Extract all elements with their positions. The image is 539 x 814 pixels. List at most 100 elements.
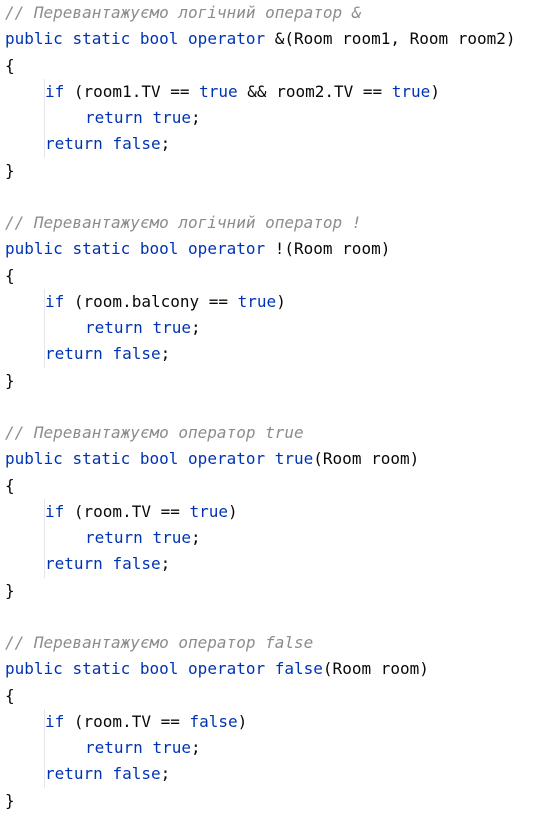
code-text: ) [228, 501, 238, 521]
code-comment: // Перевантажуємо логічний оператор ! [5, 213, 362, 232]
keyword: false [112, 764, 161, 784]
keyword: operator [188, 659, 266, 679]
keyword: if [45, 291, 65, 311]
keyword: return [85, 528, 143, 547]
open-brace: { [5, 55, 15, 75]
keyword: false [112, 554, 161, 574]
code-text: (room.TV == [64, 711, 190, 731]
indent-guide [44, 708, 45, 735]
keyword: if [45, 81, 65, 101]
keyword: true [199, 81, 238, 101]
keyword: false [189, 711, 238, 731]
return-statement: return true; [0, 315, 539, 342]
indent-guide [44, 341, 45, 368]
keyword: return [45, 344, 103, 364]
code-text: ) [276, 291, 286, 311]
return-statement: return false; [0, 131, 539, 158]
code-comment: // Перевантажуємо оператор true [5, 423, 304, 442]
keyword: public [5, 659, 63, 679]
signature-params: &(Room room1, Room room2) [265, 29, 516, 49]
indent-guide [44, 131, 45, 158]
close-brace: } [5, 790, 15, 810]
code-editor[interactable]: // Перевантажуємо логічний оператор & pu… [0, 0, 539, 810]
keyword: operator [188, 449, 266, 469]
close-brace: } [5, 370, 15, 390]
code-text: (room1.TV == [64, 81, 200, 101]
keyword: bool [139, 449, 179, 469]
keyword: static [72, 449, 131, 469]
return-statement: return true; [0, 105, 539, 132]
open-brace: { [5, 475, 15, 495]
keyword: true [274, 449, 314, 469]
code-comment: // Перевантажуємо логічний оператор & [5, 3, 362, 22]
keyword: true [391, 81, 431, 101]
keyword: true [152, 318, 191, 337]
keyword: operator [188, 29, 266, 49]
keyword: true [152, 108, 191, 127]
keyword: return [85, 108, 143, 127]
indent-guide [44, 498, 45, 525]
indent-guide [44, 761, 45, 788]
method-signature: public static bool operator &(Room room1… [0, 26, 539, 52]
return-statement: return false; [0, 551, 539, 578]
keyword: true [152, 528, 191, 547]
keyword: bool [139, 659, 179, 679]
indent-guide [44, 288, 45, 315]
keyword: operator [188, 239, 266, 259]
code-text: ) [237, 711, 248, 731]
keyword: public [5, 239, 63, 259]
keyword: return [45, 764, 103, 784]
if-statement: if (room.TV == false) [0, 708, 539, 735]
signature-params: (Room room) [322, 659, 429, 679]
return-statement: return true; [0, 525, 539, 552]
keyword: public [5, 449, 63, 469]
keyword: public [5, 29, 63, 49]
close-brace: } [5, 160, 15, 180]
keyword: false [274, 659, 323, 679]
signature-params: !(Room room) [265, 239, 391, 259]
indent-guide [44, 78, 45, 105]
code-text: (room.TV == [64, 501, 190, 521]
keyword: false [112, 134, 161, 154]
keyword: static [72, 29, 131, 49]
code-text: ) [430, 81, 440, 101]
keyword: bool [139, 239, 179, 259]
keyword: false [112, 344, 161, 364]
close-brace: } [5, 580, 15, 600]
keyword: true [237, 291, 277, 311]
keyword: bool [139, 29, 179, 49]
method-signature: public static bool operator false(Room r… [0, 656, 539, 682]
keyword: true [189, 501, 229, 521]
keyword: true [152, 738, 191, 757]
if-statement: if (room.TV == true) [0, 498, 539, 525]
indent-guide [44, 315, 45, 342]
if-statement: if (room1.TV == true && room2.TV == true… [0, 78, 539, 105]
keyword: return [45, 134, 103, 154]
method-signature: public static bool operator !(Room room) [0, 236, 539, 262]
code-text: && room2.TV == [237, 81, 392, 101]
open-brace: { [5, 685, 15, 705]
indent-guide [44, 551, 45, 578]
keyword: return [45, 554, 103, 574]
if-statement: if (room.balcony == true) [0, 288, 539, 315]
code-text: (room.balcony == [64, 291, 238, 311]
code-comment: // Перевантажуємо оператор false [5, 633, 314, 652]
open-brace: { [5, 265, 15, 285]
keyword: static [72, 659, 131, 679]
indent-guide [44, 525, 45, 552]
keyword: if [45, 711, 65, 731]
indent-guide [44, 735, 45, 762]
return-statement: return true; [0, 735, 539, 762]
keyword: return [85, 318, 143, 337]
return-statement: return false; [0, 341, 539, 368]
method-signature: public static bool operator true(Room ro… [0, 446, 539, 472]
keyword: if [45, 501, 65, 521]
return-statement: return false; [0, 761, 539, 788]
indent-guide [44, 105, 45, 132]
keyword: static [72, 239, 131, 259]
signature-params: (Room room) [313, 449, 420, 469]
keyword: return [85, 738, 143, 757]
